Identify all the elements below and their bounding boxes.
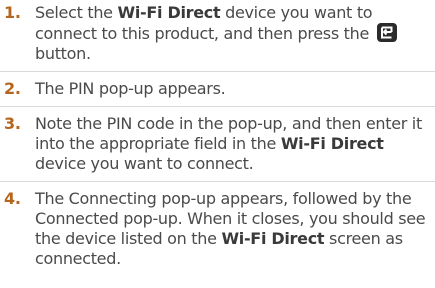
step-number: 3. bbox=[4, 114, 21, 133]
step-text: device you want to connect. bbox=[35, 154, 254, 173]
step-text: Select the bbox=[35, 3, 118, 22]
wifi-direct-label: Wi-Fi Direct bbox=[117, 3, 221, 22]
step-1: 1. Select the Wi-Fi Direct device you wa… bbox=[0, 3, 435, 64]
step-2: 2. The PIN pop-up appears. bbox=[0, 71, 435, 99]
step-number: 4. bbox=[4, 189, 21, 208]
instruction-steps: 1. Select the Wi-Fi Direct device you wa… bbox=[0, 0, 435, 269]
step-4: 4. The Connecting pop-up appears, follow… bbox=[0, 181, 435, 269]
step-text: The PIN pop-up appears. bbox=[35, 79, 226, 98]
enter-button-icon bbox=[376, 23, 397, 42]
wifi-direct-label: Wi-Fi Direct bbox=[221, 229, 325, 248]
step-3: 3. Note the PIN code in the pop-up, and … bbox=[0, 106, 435, 174]
step-text: button. bbox=[35, 44, 91, 63]
step-number: 2. bbox=[4, 79, 21, 98]
step-number: 1. bbox=[4, 3, 21, 22]
wifi-direct-label: Wi-Fi Direct bbox=[280, 134, 384, 153]
